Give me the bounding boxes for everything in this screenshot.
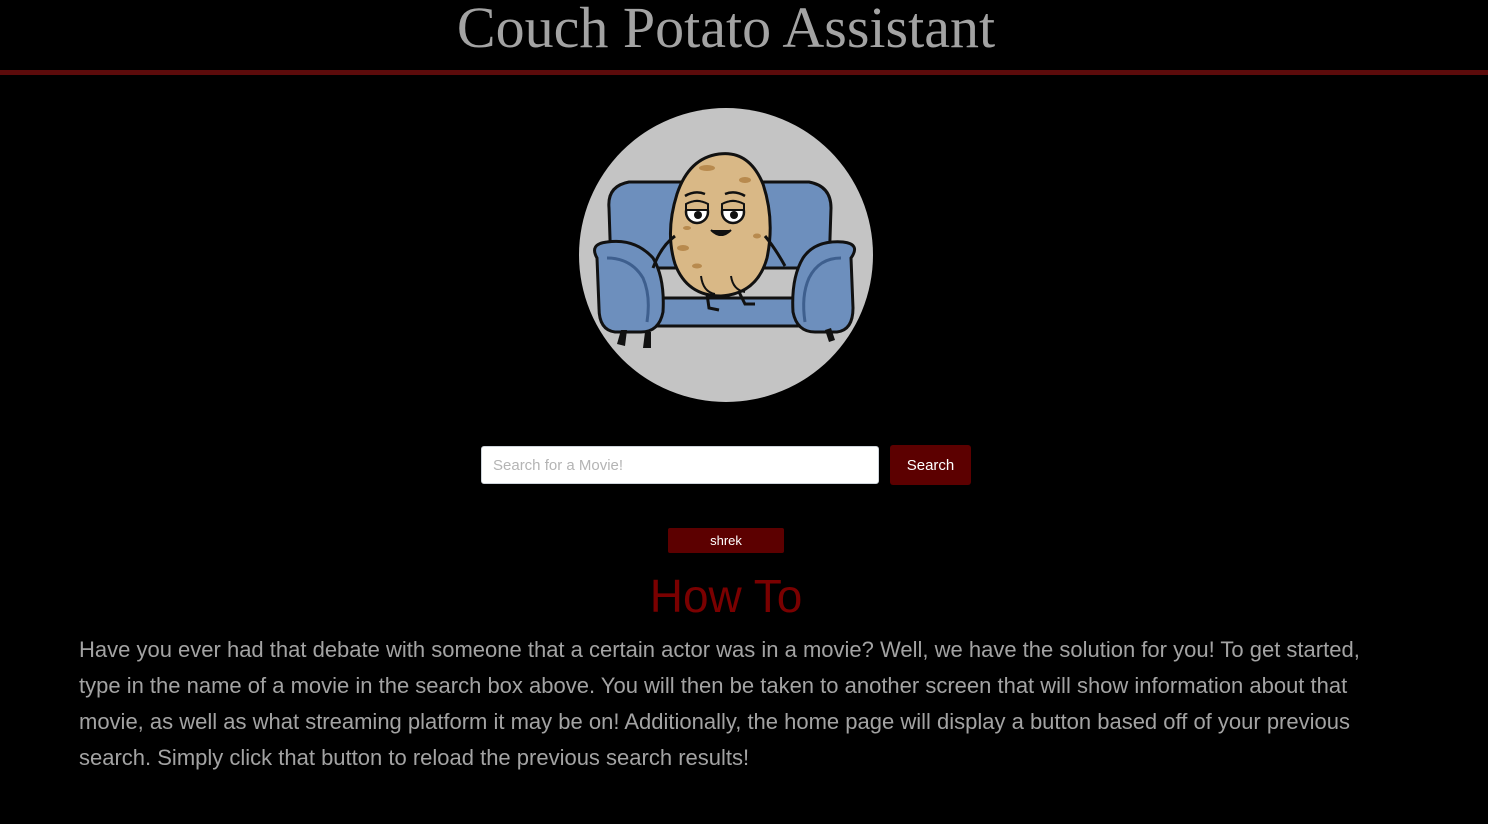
site-title: Couch Potato Assistant bbox=[456, 0, 996, 60]
search-input[interactable] bbox=[481, 446, 879, 484]
search-button[interactable]: Search bbox=[890, 445, 971, 485]
how-to-description: Have you ever had that debate with someo… bbox=[79, 637, 1360, 770]
previous-search-button[interactable]: shrek bbox=[668, 528, 784, 553]
header-divider bbox=[0, 70, 1488, 75]
potato-body bbox=[668, 152, 772, 298]
how-to-heading: How To bbox=[649, 570, 803, 622]
site-header: Couch Potato Assistant bbox=[0, 0, 1488, 70]
couch-potato-logo-icon bbox=[579, 108, 873, 402]
couch-potato-illustration bbox=[593, 152, 857, 348]
